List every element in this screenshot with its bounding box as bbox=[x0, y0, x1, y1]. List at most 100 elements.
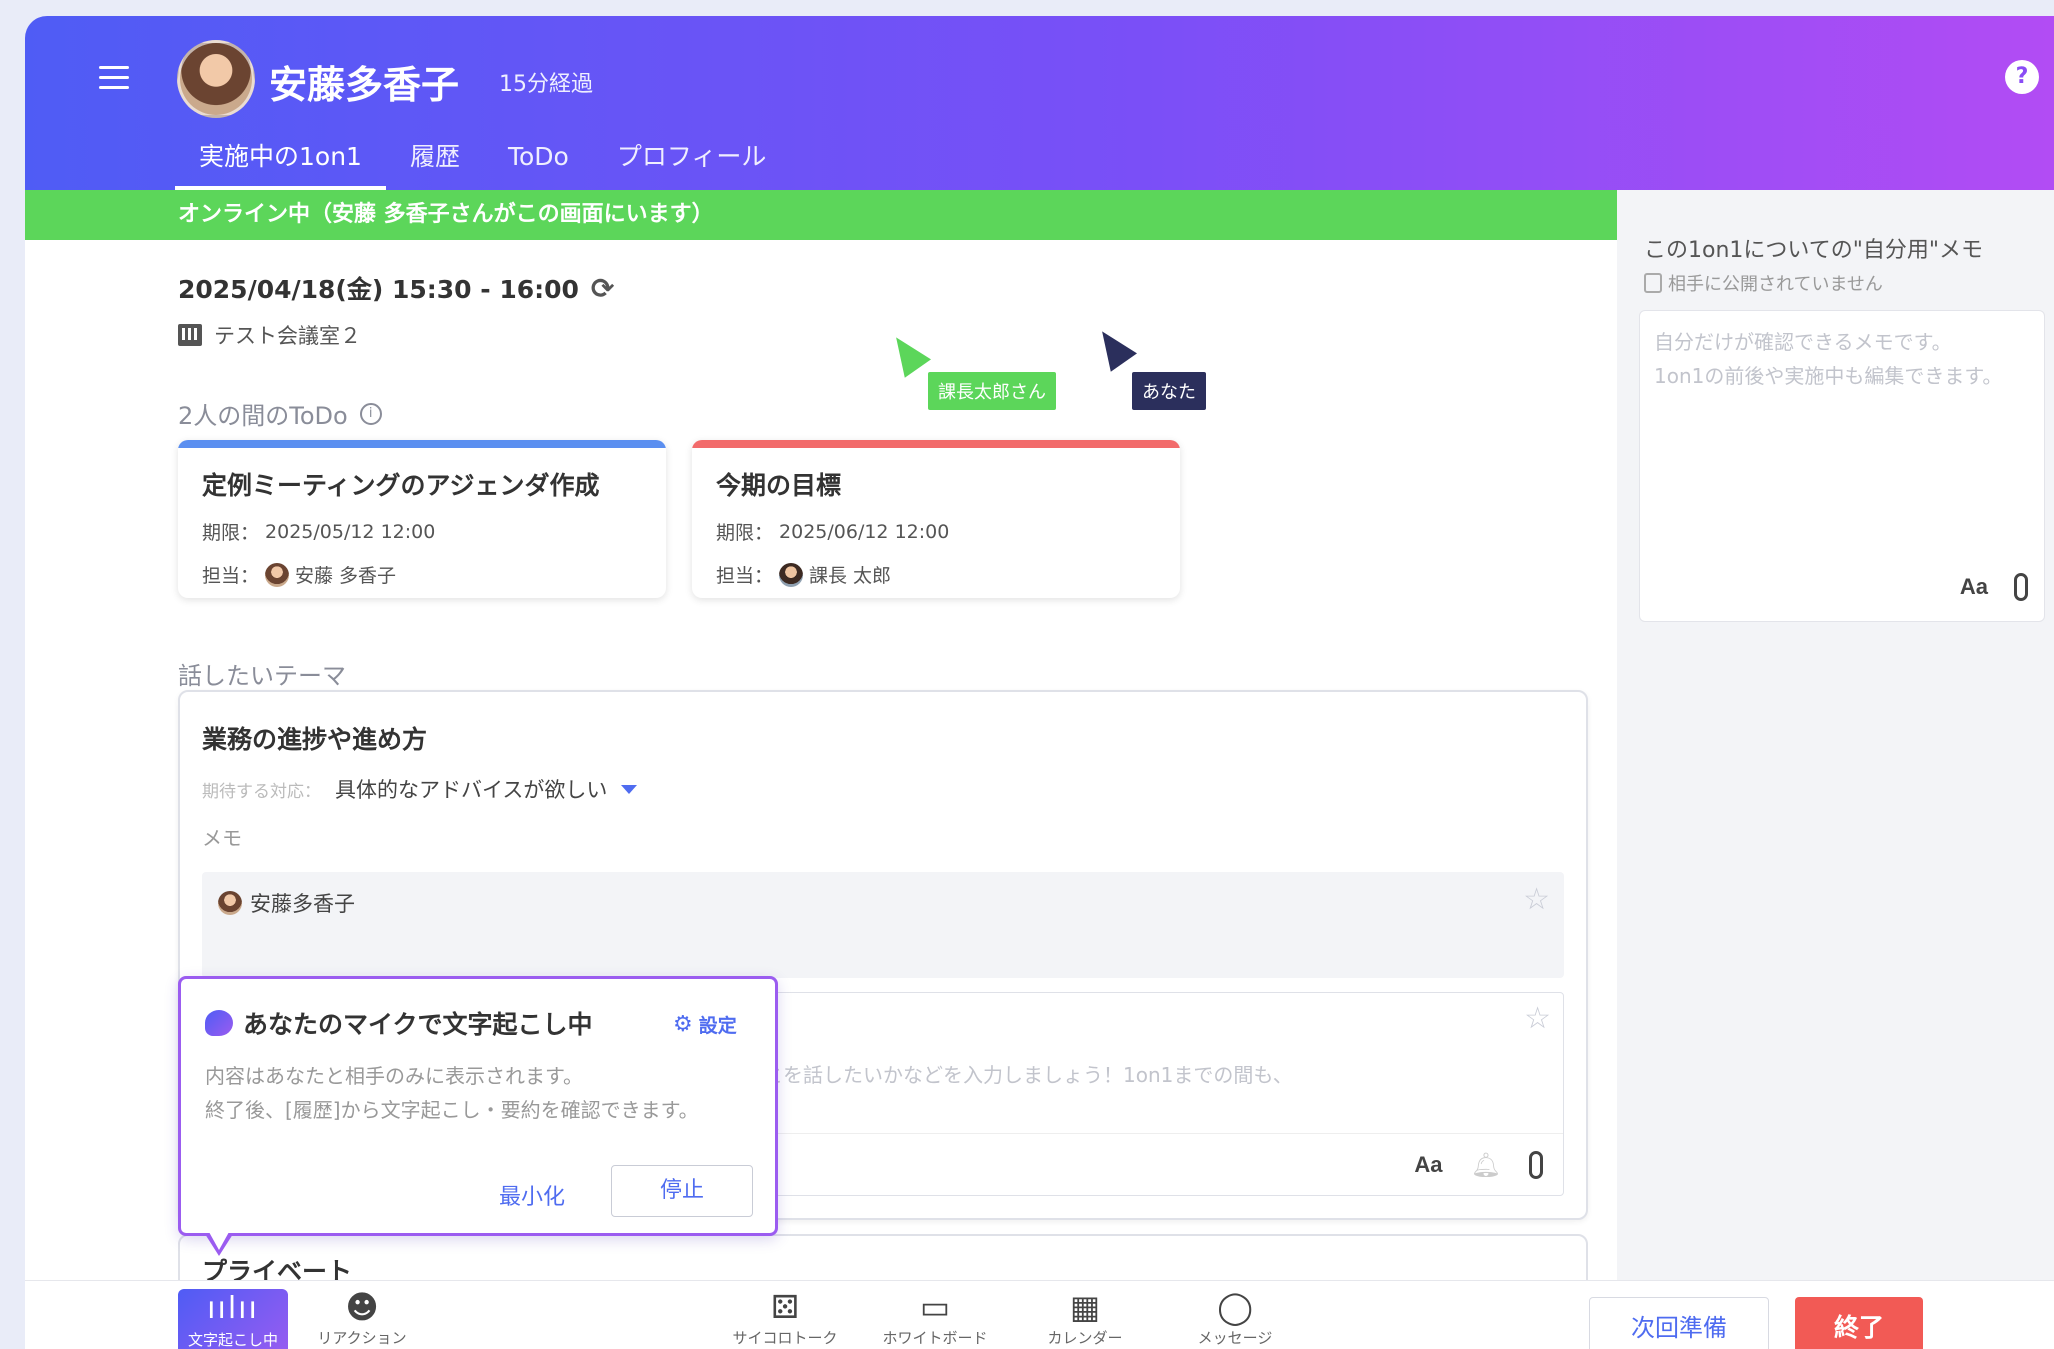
attach-icon[interactable] bbox=[1529, 1150, 1543, 1179]
dice-talk-button[interactable]: ⚄ サイコロトーク bbox=[725, 1287, 845, 1348]
online-status-bar: オンライン中（安藤 多香子さんがこの画面にいます） bbox=[25, 190, 1617, 240]
meeting-room: テスト会議室２ bbox=[178, 320, 361, 350]
hamburger-menu-icon[interactable] bbox=[99, 66, 129, 90]
comment-author: 安藤多香子 bbox=[218, 888, 355, 918]
private-memo-input[interactable]: 自分だけが確認できるメモです。 1on1の前後や実施中も編集できます。 Aa bbox=[1639, 310, 2045, 622]
chevron-down-icon[interactable] bbox=[621, 784, 638, 794]
elapsed-time: 15分経過 bbox=[499, 72, 593, 97]
bell-icon[interactable]: 🔔︎ bbox=[1471, 1151, 1501, 1179]
todo-card-stripe bbox=[692, 440, 1180, 448]
other-user-cursor-icon bbox=[882, 328, 932, 378]
owner-name: 課長 太郎 bbox=[809, 565, 892, 587]
transcription-popup: あなたのマイクで文字起こし中 ⚙ 設定 内容はあなたと相手のみに表示されます。 … bbox=[178, 976, 778, 1236]
speech-icon bbox=[205, 1010, 233, 1036]
due-label: 期限： bbox=[716, 522, 774, 544]
todo-owner: 担当： 課長 太郎 bbox=[716, 561, 1180, 588]
transcription-toggle-label: 文字起こし中 bbox=[187, 1331, 278, 1349]
expect-select[interactable]: 具体的なアドバイスが欲しい bbox=[335, 774, 607, 804]
smiley-icon: ☻ bbox=[345, 1288, 379, 1326]
expect-row: 期待する対応： 具体的なアドバイスが欲しい bbox=[202, 774, 638, 804]
owner-avatar bbox=[265, 562, 290, 587]
todo-due: 期限： 2025/06/12 12:00 bbox=[716, 518, 1180, 545]
todo-title: 今期の目標 bbox=[716, 471, 842, 500]
attach-icon[interactable] bbox=[2014, 573, 2028, 601]
todo-card[interactable]: 定例ミーティングのアジェンダ作成 期限： 2025/05/12 12:00 担当… bbox=[178, 440, 666, 598]
transcription-toggle-button[interactable]: ıılıı 文字起こし中 bbox=[178, 1289, 288, 1349]
soundwave-icon: ıılıı bbox=[207, 1291, 259, 1326]
expect-label: 期待する対応： bbox=[202, 781, 321, 802]
avatar bbox=[177, 40, 255, 118]
bottom-toolbar: ıılıı 文字起こし中 ☻ リアクション ⚄ サイコロトーク ▭ ホワイトボー… bbox=[25, 1280, 2054, 1349]
app-window: 安藤多香子 15分経過 ? 実施中の1on1 履歴 ToDo プロフィール オン… bbox=[25, 16, 2054, 1349]
todo-card-stripe bbox=[178, 440, 666, 448]
private-memo-subtitle: 相手に公開されていません bbox=[1644, 270, 1883, 296]
chat-bubble-icon: ◯ bbox=[1217, 1288, 1253, 1326]
todo-card[interactable]: 今期の目標 期限： 2025/06/12 12:00 担当： 課長 太郎 bbox=[692, 440, 1180, 598]
other-user-cursor-label: 課長太郎さん bbox=[928, 372, 1056, 410]
owner-label: 担当： bbox=[202, 565, 260, 587]
popup-tail-inner bbox=[209, 1232, 229, 1250]
comment-avatar bbox=[218, 891, 242, 915]
themes-section-label: 話したいテーマ bbox=[178, 662, 346, 690]
transcription-description: 内容はあなたと相手のみに表示されます。 終了後、[履歴]から文字起こし・要約を確… bbox=[205, 1059, 699, 1127]
private-memo-subtitle-text: 相手に公開されていません bbox=[1668, 274, 1883, 295]
tab-profile[interactable]: プロフィール bbox=[593, 140, 791, 190]
next-prep-button[interactable]: 次回準備 bbox=[1589, 1297, 1769, 1349]
theme-title: 業務の進捗や進め方 bbox=[202, 725, 428, 754]
minimize-button[interactable]: 最小化 bbox=[499, 1179, 565, 1211]
end-button[interactable]: 終了 bbox=[1795, 1297, 1923, 1349]
tab-todo[interactable]: ToDo bbox=[484, 140, 593, 190]
due-label: 期限： bbox=[202, 522, 260, 544]
transcription-settings-button[interactable]: ⚙ 設定 bbox=[673, 1011, 737, 1038]
memo-label: メモ bbox=[202, 826, 242, 850]
private-memo-panel: この1on1についての"自分用"メモ 相手に公開されていません 自分だけが確認で… bbox=[1617, 190, 2054, 1280]
star-icon[interactable]: ☆ bbox=[1523, 882, 1550, 917]
repeat-icon[interactable]: ⟳ bbox=[591, 272, 614, 305]
calendar-button[interactable]: ▦ カレンダー bbox=[1025, 1287, 1145, 1348]
tab-current-1on1[interactable]: 実施中の1on1 bbox=[175, 140, 386, 190]
info-icon[interactable]: i bbox=[359, 402, 382, 425]
reaction-button[interactable]: ☻ リアクション bbox=[307, 1287, 417, 1348]
tab-bar: 実施中の1on1 履歴 ToDo プロフィール bbox=[175, 140, 790, 190]
transcription-title: あなたのマイクで文字起こし中 bbox=[205, 1005, 593, 1041]
comment: 安藤多香子 ☆ bbox=[202, 872, 1564, 978]
private-memo-title: この1on1についての"自分用"メモ bbox=[1644, 238, 1983, 263]
message-button[interactable]: ◯ メッセージ bbox=[1175, 1287, 1295, 1348]
whiteboard-label: ホワイトボード bbox=[882, 1329, 988, 1347]
whiteboard-icon: ▭ bbox=[919, 1288, 951, 1326]
todo-owner: 担当： 安藤 多香子 bbox=[202, 561, 666, 588]
tab-history[interactable]: 履歴 bbox=[386, 140, 484, 190]
due-value: 2025/05/12 12:00 bbox=[265, 520, 436, 543]
transcription-title-text: あなたのマイクで文字起こし中 bbox=[243, 1010, 593, 1039]
star-icon[interactable]: ☆ bbox=[1524, 1001, 1551, 1036]
due-value: 2025/06/12 12:00 bbox=[779, 520, 950, 543]
building-icon bbox=[178, 324, 202, 346]
gear-icon: ⚙ bbox=[673, 1012, 693, 1037]
message-label: メッセージ bbox=[1197, 1329, 1273, 1347]
room-text: テスト会議室２ bbox=[214, 324, 361, 348]
transcription-line1: 内容はあなたと相手のみに表示されます。 bbox=[205, 1064, 583, 1088]
header: 安藤多香子 15分経過 ? 実施中の1on1 履歴 ToDo プロフィール bbox=[25, 16, 2054, 190]
datetime-text: 2025/04/18(金) 15:30 - 16:00 bbox=[178, 275, 579, 304]
owner-name: 安藤 多香子 bbox=[295, 565, 397, 587]
private-memo-toolbar: Aa bbox=[1960, 573, 2028, 601]
todo-section-text: 2人の間のToDo bbox=[178, 402, 348, 430]
todo-section-label: 2人の間のToDo i bbox=[178, 396, 382, 431]
meeting-datetime: 2025/04/18(金) 15:30 - 16:00 ⟳ bbox=[178, 270, 614, 306]
text-format-button[interactable]: Aa bbox=[1960, 574, 1988, 600]
transcription-line2: 終了後、[履歴]から文字起こし・要約を確認できます。 bbox=[205, 1098, 699, 1122]
comment-author-name: 安藤多香子 bbox=[250, 892, 355, 916]
dice-icon: ⚄ bbox=[771, 1288, 799, 1326]
help-icon[interactable]: ? bbox=[2005, 60, 2039, 94]
user-name: 安藤多香子 bbox=[269, 63, 460, 107]
calendar-icon: ▦ bbox=[1069, 1288, 1101, 1326]
text-format-button[interactable]: Aa bbox=[1414, 1152, 1442, 1178]
stop-button[interactable]: 停止 bbox=[611, 1165, 753, 1217]
self-cursor-icon bbox=[1088, 322, 1138, 372]
reaction-label: リアクション bbox=[317, 1329, 407, 1347]
owner-label: 担当： bbox=[716, 565, 774, 587]
owner-avatar bbox=[779, 562, 804, 587]
settings-label: 設定 bbox=[698, 1015, 737, 1037]
whiteboard-button[interactable]: ▭ ホワイトボード bbox=[875, 1287, 995, 1348]
document-lock-icon bbox=[1644, 273, 1662, 293]
